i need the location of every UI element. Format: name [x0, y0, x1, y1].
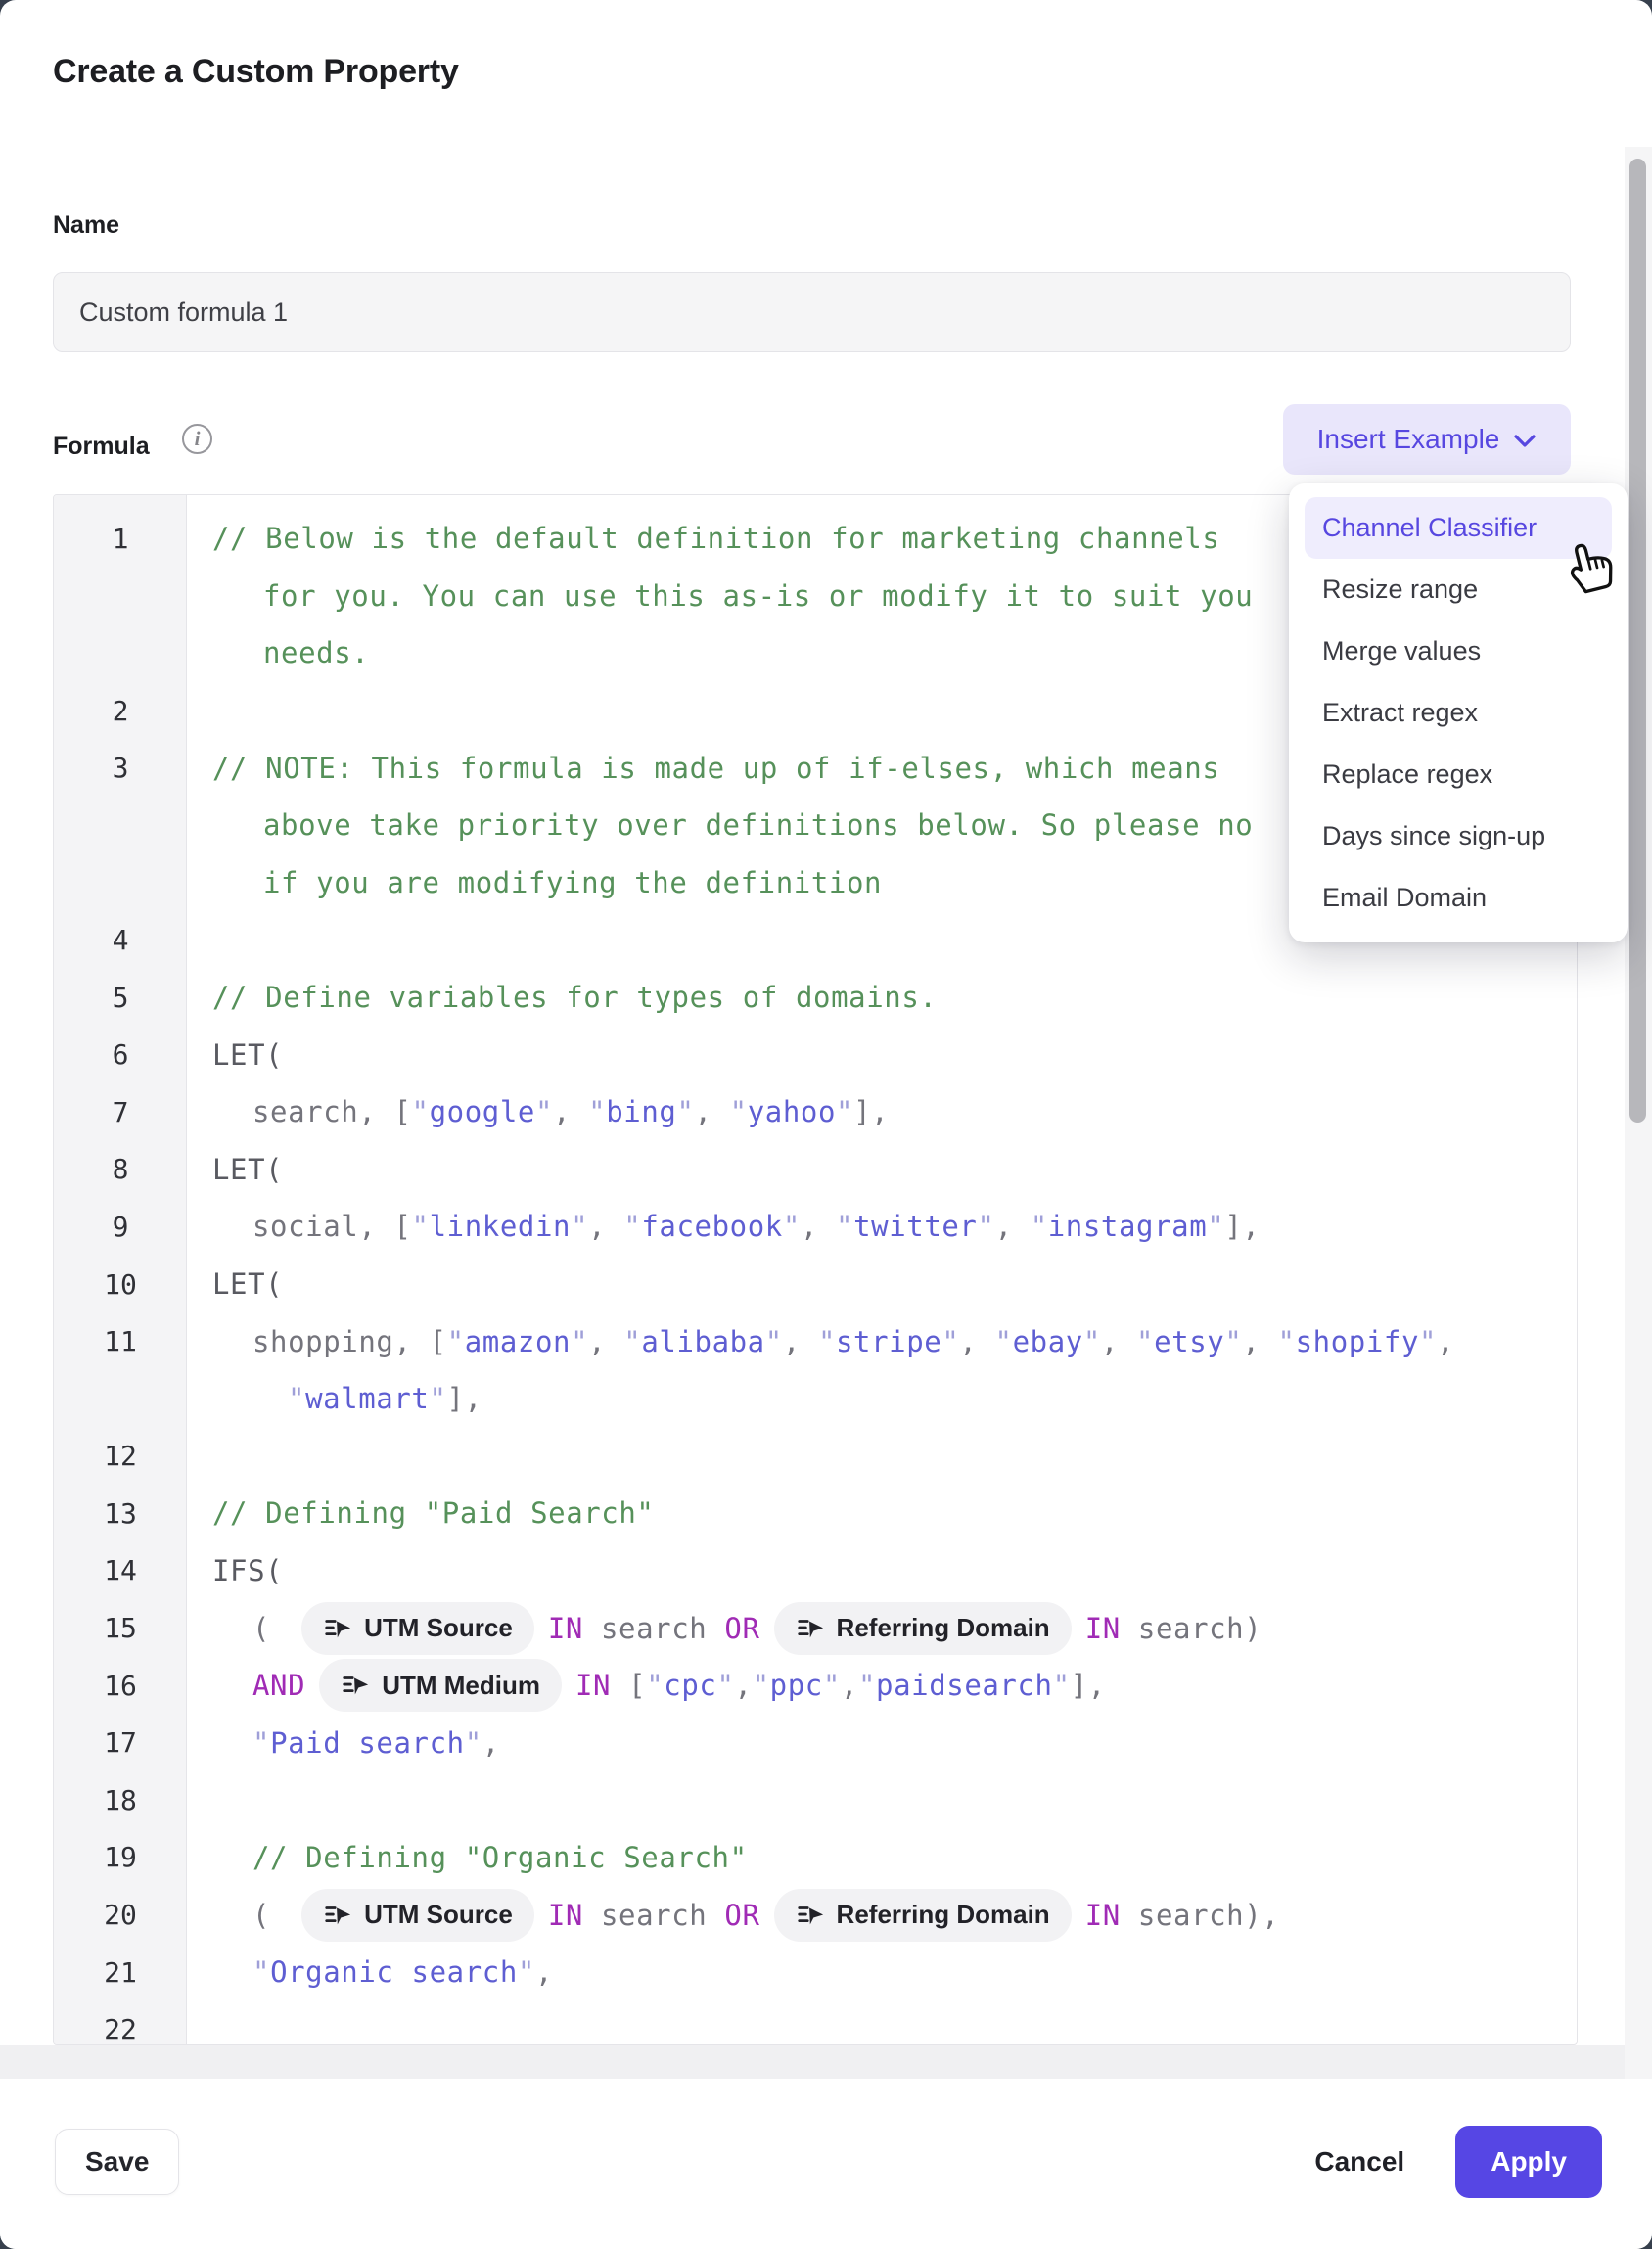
line-number: 15 — [54, 1612, 187, 1644]
code-line: 9social, ["linkedin", "facebook", "twitt… — [54, 1198, 1577, 1256]
page-title: Create a Custom Property — [53, 53, 459, 91]
line-number: 2 — [54, 695, 187, 727]
modal-footer: Save Cancel Apply — [0, 2079, 1652, 2249]
property-chip-label: UTM Source — [364, 1613, 513, 1643]
property-chip-label: Referring Domain — [837, 1613, 1050, 1643]
code-line: 15( UTM SourceIN search ORReferring Doma… — [54, 1599, 1577, 1657]
formula-label: Formula — [53, 433, 150, 461]
menu-item-channel-classifier[interactable]: Channel Classifier — [1305, 497, 1612, 559]
menu-item-replace-regex[interactable]: Replace regex — [1305, 744, 1612, 805]
code-line-content: LET( — [187, 1153, 1577, 1186]
code-line-content: // Define variables for types of domains… — [187, 981, 1577, 1014]
code-line: 6LET( — [54, 1026, 1577, 1083]
line-number: 4 — [54, 924, 187, 956]
code-line-content: LET( — [187, 1267, 1577, 1301]
line-number: 20 — [54, 1899, 187, 1931]
create-custom-property-modal: Create a Custom Property Name Formula i … — [0, 0, 1652, 2249]
code-line: "walmart"], — [54, 1370, 1577, 1428]
property-chip-label: UTM Source — [364, 1900, 513, 1930]
code-line-content: IFS( — [187, 1554, 1577, 1587]
line-number: 19 — [54, 1841, 187, 1873]
code-line-content: LET( — [187, 1038, 1577, 1072]
code-line: 11shopping, ["amazon", "alibaba", "strip… — [54, 1312, 1577, 1370]
code-line-content: ANDUTM MediumIN ["cpc","ppc","paidsearch… — [187, 1659, 1577, 1712]
line-number: 3 — [54, 752, 187, 784]
code-line-content: // Defining "Organic Search" — [187, 1841, 1577, 1874]
code-line-content: "walmart"], — [187, 1382, 1577, 1415]
info-icon[interactable]: i — [182, 424, 212, 454]
line-number: 14 — [54, 1554, 187, 1586]
code-line: 14IFS( — [54, 1542, 1577, 1600]
code-line: 17"Paid search", — [54, 1714, 1577, 1771]
code-line: 19// Defining "Organic Search" — [54, 1829, 1577, 1887]
property-icon — [796, 1901, 825, 1930]
code-line-content: // Defining "Paid Search" — [187, 1496, 1577, 1530]
code-line: 12 — [54, 1428, 1577, 1486]
property-chip-label: UTM Medium — [382, 1671, 540, 1701]
code-line-content: search, ["google", "bing", "yahoo"], — [187, 1095, 1577, 1128]
code-line-content: shopping, ["amazon", "alibaba", "stripe"… — [187, 1325, 1577, 1358]
property-chip-label: Referring Domain — [837, 1900, 1050, 1930]
insert-example-dropdown-menu: Channel ClassifierResize rangeMerge valu… — [1289, 483, 1628, 942]
code-line: 5// Define variables for types of domain… — [54, 969, 1577, 1027]
property-chip[interactable]: Referring Domain — [774, 1602, 1072, 1655]
menu-item-email-domain[interactable]: Email Domain — [1305, 867, 1612, 929]
scrollbar-thumb[interactable] — [1629, 159, 1646, 1123]
property-icon — [796, 1614, 825, 1643]
menu-item-days-since-sign-up[interactable]: Days since sign-up — [1305, 805, 1612, 867]
property-icon — [341, 1671, 370, 1700]
property-chip[interactable]: UTM Source — [301, 1889, 534, 1942]
chevron-down-icon — [1513, 434, 1537, 449]
property-chip[interactable]: UTM Source — [301, 1602, 534, 1655]
line-number: 9 — [54, 1211, 187, 1243]
modal-scrollbar[interactable] — [1625, 147, 1652, 2079]
line-number: 7 — [54, 1096, 187, 1128]
code-line: 20( UTM SourceIN search ORReferring Doma… — [54, 1886, 1577, 1944]
property-chip[interactable]: UTM Medium — [319, 1659, 562, 1712]
property-chip[interactable]: Referring Domain — [774, 1889, 1072, 1942]
line-number: 8 — [54, 1153, 187, 1185]
code-line-content: social, ["linkedin", "facebook", "twitte… — [187, 1210, 1577, 1243]
body-bottom-band — [0, 2045, 1652, 2079]
line-number: 16 — [54, 1670, 187, 1702]
line-number: 5 — [54, 982, 187, 1014]
code-line-content: "Organic search", — [187, 1955, 1577, 1989]
property-icon — [323, 1901, 352, 1930]
cancel-button[interactable]: Cancel — [1314, 2146, 1404, 2178]
code-line: 8LET( — [54, 1141, 1577, 1199]
menu-item-merge-values[interactable]: Merge values — [1305, 620, 1612, 682]
apply-button[interactable]: Apply — [1455, 2126, 1602, 2198]
code-line-content: ( UTM SourceIN search ORReferring Domain… — [187, 1889, 1577, 1942]
code-line: 16ANDUTM MediumIN ["cpc","ppc","paidsear… — [54, 1657, 1577, 1715]
menu-item-extract-regex[interactable]: Extract regex — [1305, 682, 1612, 744]
name-input[interactable] — [53, 272, 1571, 352]
line-number: 12 — [54, 1440, 187, 1472]
line-number: 1 — [54, 523, 187, 555]
line-number: 21 — [54, 1956, 187, 1989]
code-line: 21"Organic search", — [54, 1944, 1577, 2001]
code-line: 10LET( — [54, 1256, 1577, 1313]
menu-item-resize-range[interactable]: Resize range — [1305, 559, 1612, 620]
line-number: 13 — [54, 1497, 187, 1530]
line-number: 10 — [54, 1268, 187, 1301]
save-button[interactable]: Save — [55, 2129, 179, 2195]
property-icon — [323, 1614, 352, 1643]
footer-right-group: Cancel Apply — [1314, 2126, 1602, 2198]
name-field-label: Name — [53, 211, 119, 240]
line-number: 11 — [54, 1325, 187, 1357]
line-number: 17 — [54, 1726, 187, 1759]
code-line-content: ( UTM SourceIN search ORReferring Domain… — [187, 1602, 1577, 1655]
code-line: 18 — [54, 1771, 1577, 1829]
code-line: 22 — [54, 2000, 1577, 2045]
code-line: 7search, ["google", "bing", "yahoo"], — [54, 1083, 1577, 1141]
line-number: 22 — [54, 2013, 187, 2045]
insert-example-button[interactable]: Insert Example — [1283, 404, 1571, 475]
line-number: 6 — [54, 1038, 187, 1071]
code-line-content: "Paid search", — [187, 1726, 1577, 1760]
insert-example-label: Insert Example — [1317, 424, 1500, 455]
line-number: 18 — [54, 1784, 187, 1816]
code-line: 13// Defining "Paid Search" — [54, 1485, 1577, 1542]
